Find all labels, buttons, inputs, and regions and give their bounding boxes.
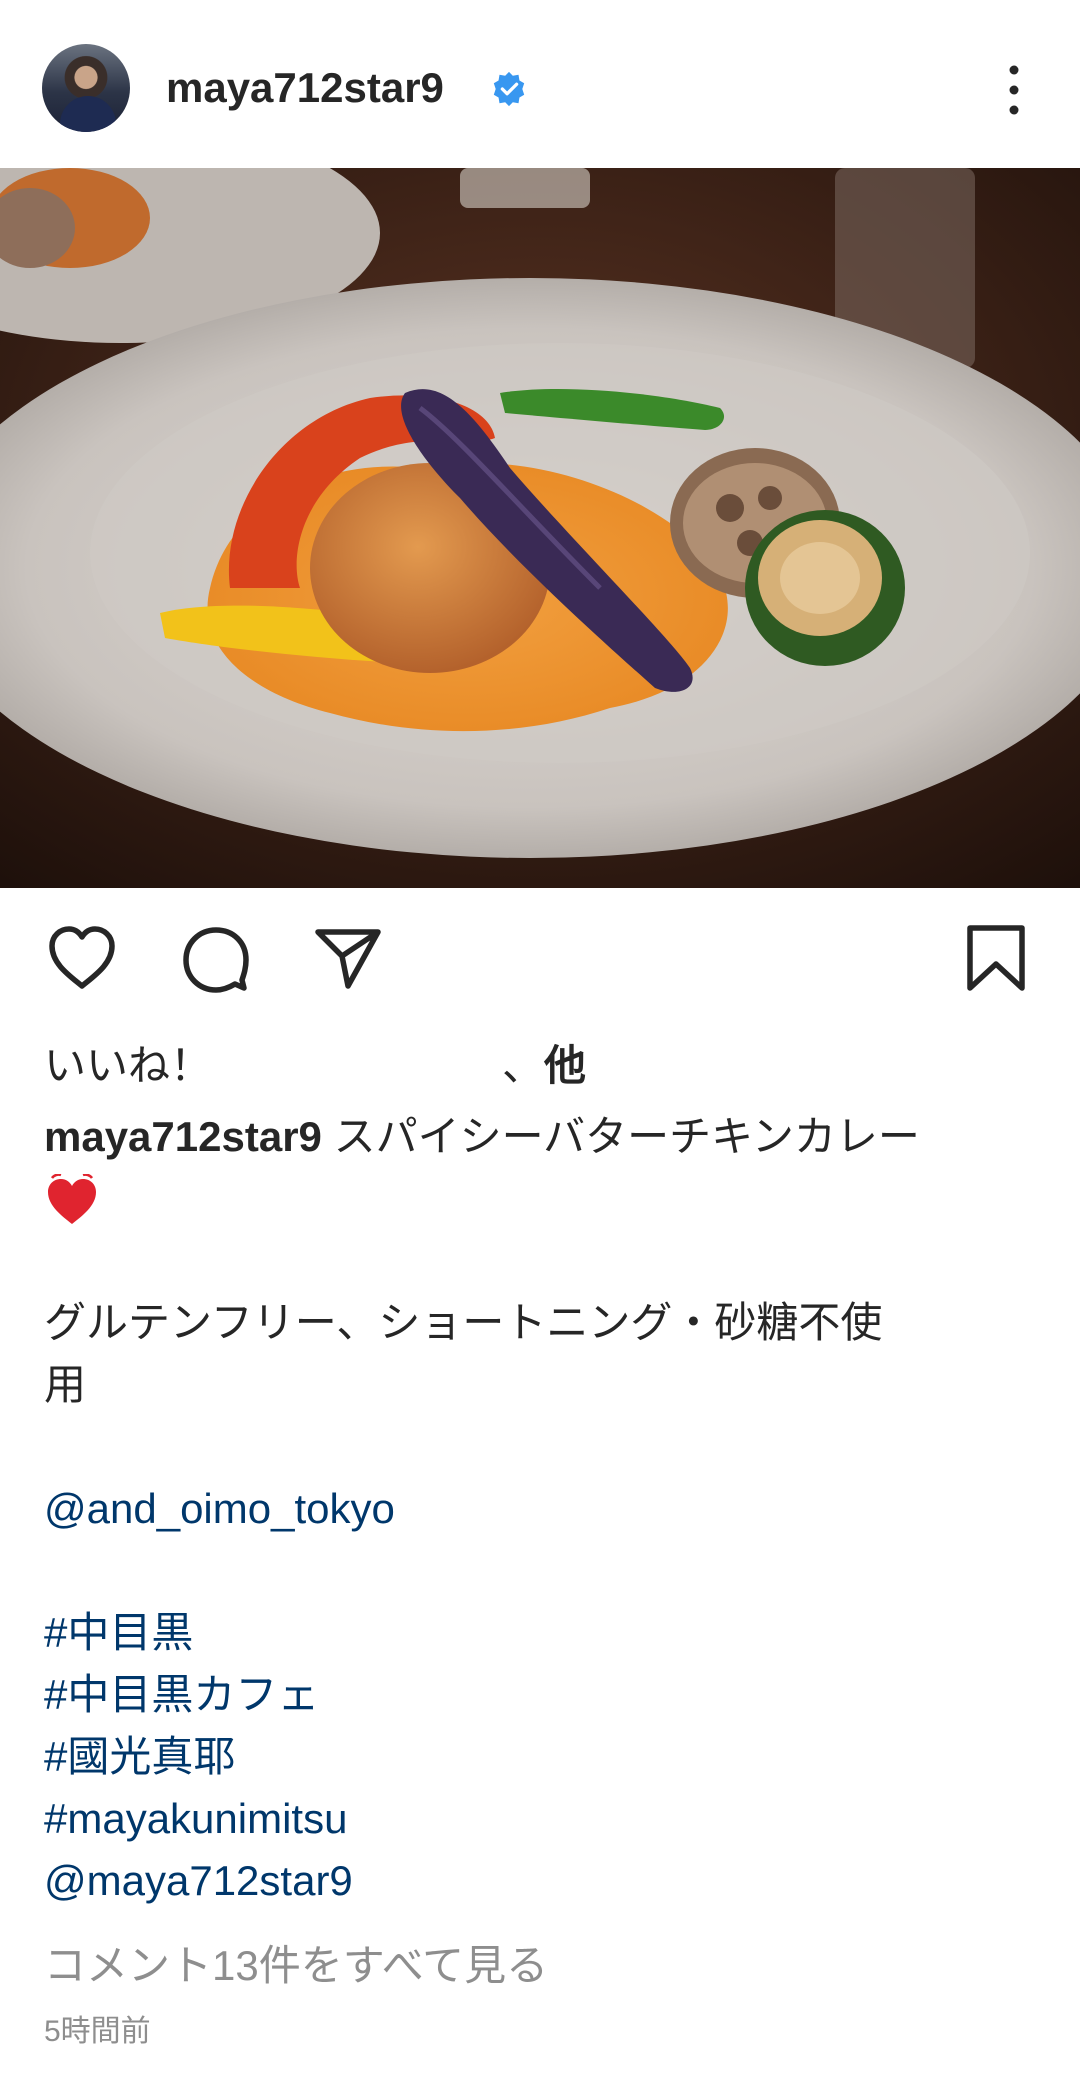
likes-prefix: いいね！ (44, 1042, 213, 1089)
likes-others[interactable]: 他 (544, 1042, 586, 1089)
caption-line-2: グルテンフリー、ショートニング・砂糖不使 (44, 1299, 883, 1346)
likes-line[interactable]: いいね！ 、他 (44, 1036, 586, 1096)
hashtag-link[interactable]: #mayakunimitsu (44, 1788, 1040, 1850)
caption-title: スパイシーバターチキンカレー (333, 1113, 920, 1160)
post-caption: maya712star9 スパイシーバターチキンカレー グルテンフリー、ショート… (44, 1106, 1040, 1912)
heart-emoji-icon (48, 1173, 96, 1224)
hashtag-link[interactable]: #國光真耶 (44, 1726, 1040, 1788)
post-timestamp: 5時間前 (44, 2015, 151, 2048)
mention-link[interactable]: @maya712star9 (44, 1850, 1040, 1912)
caption-line-1: maya712star9 スパイシーバターチキンカレー (44, 1106, 1040, 1168)
post-image[interactable] (0, 168, 1080, 888)
post-username[interactable]: maya712star9 (166, 62, 444, 114)
verified-badge-icon (493, 71, 525, 107)
avatar[interactable] (42, 44, 130, 132)
bookmark-icon[interactable] (958, 920, 1034, 996)
hashtag-link[interactable]: #中目黒 (44, 1602, 1040, 1664)
mention-link[interactable]: @and_oimo_tokyo (44, 1478, 1040, 1540)
caption-line-3: 用 (44, 1361, 87, 1408)
view-all-comments-link[interactable]: コメント13件をすべて見る (44, 1936, 548, 1996)
heart-outline-icon[interactable] (44, 920, 120, 996)
hashtag-link[interactable]: #中目黒カフェ (44, 1664, 1040, 1726)
caption-username[interactable]: maya712star9 (44, 1113, 322, 1160)
post-header: maya712star9 (0, 0, 1080, 168)
likes-separator: 、 (502, 1042, 545, 1089)
caption-emoji-line (44, 1168, 1040, 1230)
more-vertical-icon[interactable] (1000, 62, 1028, 118)
paper-plane-icon[interactable] (310, 920, 386, 996)
comment-bubble-icon[interactable] (178, 920, 254, 996)
post-actions (0, 890, 1080, 1020)
